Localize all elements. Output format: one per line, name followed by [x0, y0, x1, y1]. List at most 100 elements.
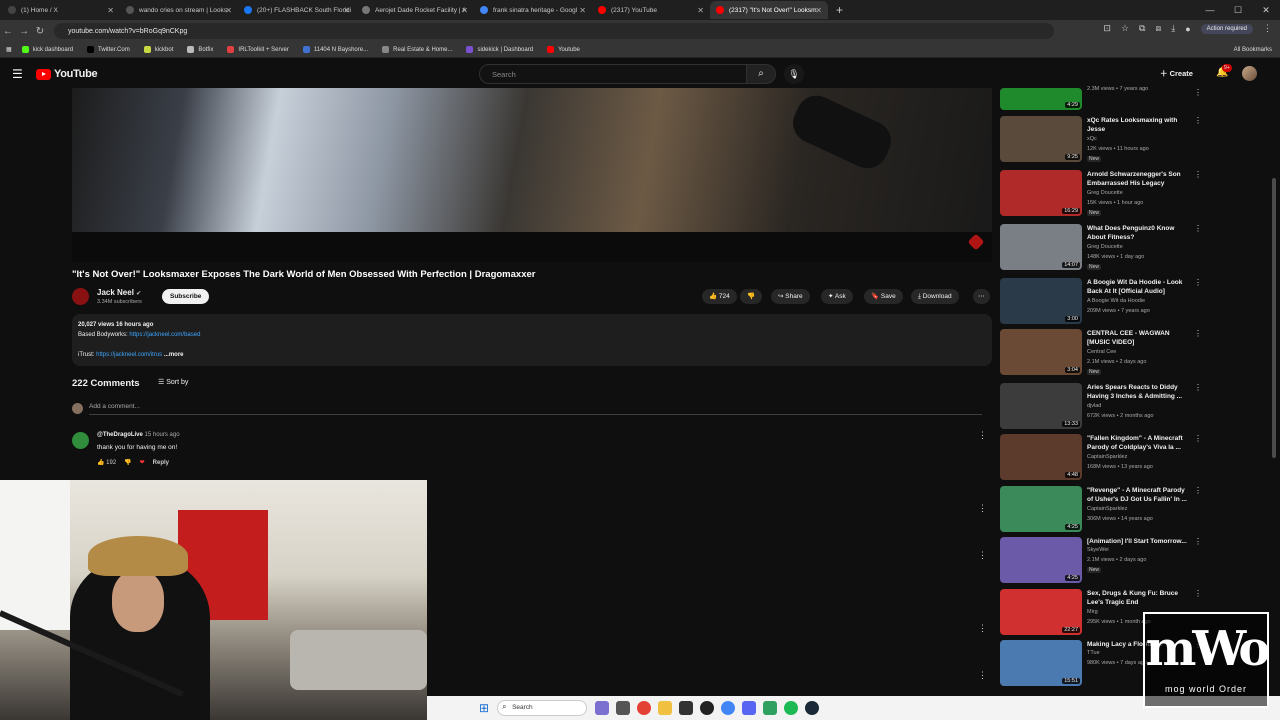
video-thumbnail[interactable]: 22:27 [1000, 589, 1082, 635]
hamburger-menu-icon[interactable]: ☰ [12, 67, 23, 81]
puzzle-icon[interactable]: ⧈ [1155, 23, 1161, 34]
channel-avatar[interactable] [72, 288, 89, 305]
download-icon[interactable]: ⤓ [1171, 23, 1175, 34]
spotify-icon[interactable] [784, 701, 799, 715]
close-tab-icon[interactable]: ✕ [225, 6, 232, 15]
video-menu-icon[interactable]: ⋮ [1194, 278, 1202, 287]
comment-menu-icon[interactable]: ⋮ [978, 670, 987, 681]
video-menu-icon[interactable]: ⋮ [1194, 486, 1202, 495]
video-description[interactable]: 20,027 views 16 hours ago Based Bodywork… [72, 314, 992, 366]
channel-name[interactable]: Jack Neel ✔ [97, 288, 141, 297]
video-thumbnail[interactable]: 3:00 [1000, 278, 1082, 324]
profile-icon[interactable]: ● [1185, 24, 1190, 34]
description-link[interactable]: https://jackneel.com/based [129, 332, 200, 338]
add-comment-input[interactable]: Add a comment... [89, 403, 982, 415]
maximize-icon[interactable]: ☐ [1224, 0, 1252, 20]
menu-icon[interactable]: ⋮ [1263, 23, 1272, 34]
comment-menu-icon[interactable]: ⋮ [978, 550, 987, 561]
video-menu-icon[interactable]: ⋮ [1194, 224, 1202, 233]
browser-tab[interactable]: frank sinatra heritage - Googl ✕ [474, 1, 592, 19]
bookmark[interactable]: Botfix [187, 46, 213, 53]
video-thumbnail[interactable]: 4:48 [1000, 434, 1082, 480]
windows-start-icon[interactable]: ⊞ [479, 701, 489, 715]
file-explorer-icon[interactable] [658, 701, 673, 715]
task-view-icon[interactable] [616, 701, 631, 715]
browser-tab[interactable]: Aerojet Dade Rocket Facility | A ✕ [356, 1, 474, 19]
dislike-button[interactable]: 👎 [740, 289, 763, 304]
scrollbar-thumb[interactable] [1272, 178, 1276, 458]
video-thumbnail[interactable]: 13:33 [1000, 383, 1082, 429]
video-menu-icon[interactable]: ⋮ [1194, 116, 1202, 125]
apps-icon[interactable]: ▦ [6, 46, 12, 53]
video-thumbnail[interactable]: 4:29 [1000, 88, 1082, 110]
close-tab-icon[interactable]: ✕ [343, 6, 350, 15]
video-thumbnail[interactable]: 3:04 [1000, 329, 1082, 375]
close-tab-icon[interactable]: ✕ [107, 6, 114, 15]
video-menu-icon[interactable]: ⋮ [1194, 383, 1202, 392]
app-icon[interactable] [763, 701, 778, 715]
close-window-icon[interactable]: ✕ [1252, 0, 1280, 20]
video-thumbnail[interactable]: 14:07 [1000, 224, 1082, 270]
comment-author[interactable]: @TheDragoLive 15 hours ago [97, 432, 180, 438]
comment-menu-icon[interactable]: ⋮ [978, 503, 987, 514]
url-input[interactable]: youtube.com/watch?v=bRoGq9nCKpg [54, 23, 1054, 39]
video-thumbnail[interactable]: 9:25 [1000, 116, 1082, 162]
video-menu-icon[interactable]: ⋮ [1194, 589, 1202, 598]
sort-by-button[interactable]: ☰ Sort by [158, 378, 188, 386]
chrome-icon[interactable] [721, 701, 736, 715]
steam-icon[interactable] [805, 701, 820, 715]
video-thumbnail[interactable]: 4:25 [1000, 486, 1082, 532]
extension-icon[interactable]: ⧉ [1139, 23, 1145, 34]
video-thumbnail[interactable]: 4:25 [1000, 537, 1082, 583]
back-icon[interactable]: ← [0, 26, 16, 37]
bookmark[interactable]: kick dashboard [21, 46, 73, 53]
video-thumbnail[interactable]: 15:51 [1000, 640, 1082, 686]
like-button[interactable]: 👍 724 [702, 289, 737, 304]
close-tab-icon[interactable]: ✕ [579, 6, 586, 15]
notifications-button[interactable]: 🔔 9+ [1216, 64, 1232, 78]
comment-author-avatar[interactable] [72, 432, 89, 449]
taskbar-search-input[interactable]: Search [497, 700, 588, 716]
more-actions-button[interactable]: ⋯ [973, 289, 990, 304]
close-tab-icon[interactable]: ✕ [461, 6, 468, 15]
bookmark[interactable]: 11404 N Bayshore... [302, 46, 368, 53]
video-player[interactable] [72, 88, 992, 262]
close-tab-icon[interactable]: ✕ [815, 6, 822, 15]
comment-dislike-button[interactable]: 👎 [124, 459, 131, 466]
search-button[interactable]: ⌕ [746, 64, 776, 84]
reply-button[interactable]: Reply [153, 460, 169, 466]
discord-icon[interactable] [742, 701, 757, 715]
video-menu-icon[interactable]: ⋮ [1194, 88, 1202, 97]
video-thumbnail[interactable]: 16:29 [1000, 170, 1082, 216]
bookmark[interactable]: Youtube [547, 46, 580, 53]
install-icon[interactable]: ⊡ [1103, 23, 1111, 34]
app-icon[interactable] [679, 701, 694, 715]
create-button[interactable]: ＋ Create [1160, 68, 1193, 79]
youtube-logo[interactable]: YouTube [36, 68, 98, 80]
browser-tab[interactable]: (2317) YouTube ✕ [592, 1, 710, 19]
page-scrollbar[interactable] [1272, 88, 1278, 696]
video-menu-icon[interactable]: ⋮ [1194, 434, 1202, 443]
chrome-icon[interactable] [637, 701, 652, 715]
widget-icon[interactable] [595, 701, 610, 715]
action-required-button[interactable]: Action required [1200, 23, 1253, 34]
browser-tab[interactable]: wando cries on stream | Looks ✕ [120, 1, 238, 19]
bookmark[interactable]: kickbot [143, 46, 173, 53]
video-menu-icon[interactable]: ⋮ [1194, 170, 1202, 179]
browser-tab[interactable]: (1) Home / X ✕ [2, 1, 120, 19]
minimize-icon[interactable]: — [1196, 0, 1224, 20]
close-tab-icon[interactable]: ✕ [697, 6, 704, 15]
new-tab-icon[interactable]: + [836, 3, 843, 17]
bookmark[interactable]: IRLToolkit + Server [227, 46, 289, 53]
video-menu-icon[interactable]: ⋮ [1194, 329, 1202, 338]
account-avatar[interactable] [1242, 66, 1257, 81]
comment-like-button[interactable]: 👍 192 [97, 459, 116, 466]
subscribe-button[interactable]: Subscribe [162, 289, 210, 304]
forward-icon[interactable]: → [16, 26, 32, 37]
bookmark[interactable]: Twitter.Com [87, 46, 130, 53]
download-button[interactable]: ⤓ Download [911, 289, 959, 304]
description-link[interactable]: https://jackneel.com/itrus [96, 352, 162, 358]
bookmark-star-icon[interactable]: ☆ [1121, 23, 1129, 34]
all-bookmarks-button[interactable]: All Bookmarks [1234, 47, 1272, 53]
browser-tab-active[interactable]: (2317) "It's Not Over!" Looksm ✕ [710, 1, 828, 19]
